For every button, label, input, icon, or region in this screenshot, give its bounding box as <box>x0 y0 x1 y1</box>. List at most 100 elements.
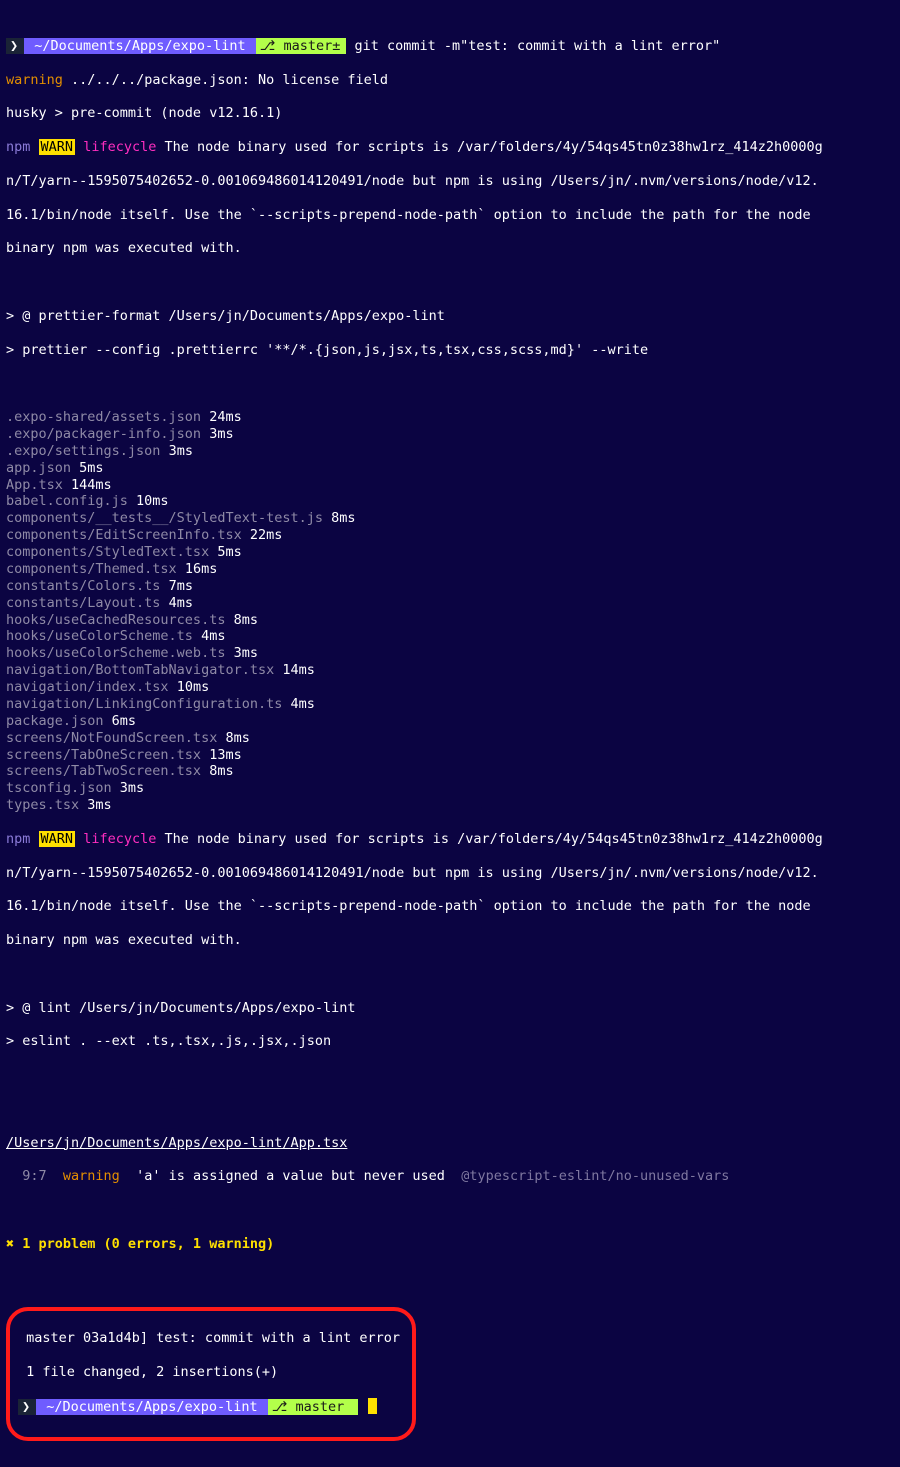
npm-label: npm <box>6 831 30 847</box>
blank-line <box>6 1067 894 1084</box>
blank-line <box>6 375 894 392</box>
file-time: 6ms <box>104 713 137 729</box>
file-time: 8ms <box>323 510 356 526</box>
prompt-branch: ⎇ master± <box>256 38 347 54</box>
file-name: screens/TabOneScreen.tsx <box>6 747 201 763</box>
cursor <box>368 1398 377 1414</box>
prettier-file-line: package.json 6ms <box>6 713 894 730</box>
file-name: screens/NotFoundScreen.tsx <box>6 730 217 746</box>
file-time: 4ms <box>282 696 315 712</box>
file-time: 5ms <box>71 460 104 476</box>
file-name: screens/TabTwoScreen.tsx <box>6 763 201 779</box>
commit-result-line: master 03a1d4b] test: commit with a lint… <box>18 1330 400 1347</box>
file-time: 8ms <box>217 730 250 746</box>
file-name: types.tsx <box>6 797 79 813</box>
file-name: babel.config.js <box>6 493 128 509</box>
prettier-file-line: components/__tests__/StyledText-test.js … <box>6 510 894 527</box>
git-branch-icon: ⎇ <box>272 1399 288 1415</box>
file-name: navigation/LinkingConfiguration.ts <box>6 696 282 712</box>
git-branch-icon: ⎇ <box>260 38 276 54</box>
prompt-chevron: ❯ <box>18 1399 36 1415</box>
file-time: 8ms <box>225 612 258 628</box>
blank-line <box>6 1270 894 1287</box>
log-line: npm WARN lifecycle The node binary used … <box>6 139 894 156</box>
file-name: components/EditScreenInfo.tsx <box>6 527 242 543</box>
prompt-chevron: ❯ <box>6 38 24 54</box>
log-line: binary npm was executed with. <box>6 240 894 257</box>
prettier-file-line: .expo/packager-info.json 3ms <box>6 426 894 443</box>
prettier-file-line: babel.config.js 10ms <box>6 493 894 510</box>
typed-command: git commit -m"test: commit with a lint e… <box>355 38 721 54</box>
file-time: 4ms <box>160 595 193 611</box>
terminal[interactable]: ❯ ~/Documents/Apps/expo-lint ⎇ master± g… <box>0 0 900 1467</box>
prettier-file-line: components/Themed.tsx 16ms <box>6 561 894 578</box>
file-time: 4ms <box>193 628 226 644</box>
file-name: .expo/settings.json <box>6 443 160 459</box>
prettier-file-line: components/StyledText.tsx 5ms <box>6 544 894 561</box>
prettier-file-line: screens/NotFoundScreen.tsx 8ms <box>6 730 894 747</box>
prettier-file-line: .expo-shared/assets.json 24ms <box>6 409 894 426</box>
log-line: npm WARN lifecycle The node binary used … <box>6 831 894 848</box>
warn-badge: WARN <box>39 831 76 847</box>
log-line: n/T/yarn--1595075402652-0.00106948601412… <box>6 173 894 190</box>
prompt-line-2: ❯ ~/Documents/Apps/expo-lint ⎇ master <box>18 1398 400 1416</box>
prettier-file-line: constants/Colors.ts 7ms <box>6 578 894 595</box>
npm-label: npm <box>6 139 30 155</box>
prompt-branch: ⎇ master <box>268 1399 359 1415</box>
file-name: components/__tests__/StyledText-test.js <box>6 510 323 526</box>
prettier-file-line: tsconfig.json 3ms <box>6 780 894 797</box>
file-name: hooks/useColorScheme.web.ts <box>6 645 225 661</box>
log-line: husky > pre-commit (node v12.16.1) <box>6 105 894 122</box>
blank-line <box>6 1101 894 1118</box>
log-line: binary npm was executed with. <box>6 932 894 949</box>
file-time: 3ms <box>201 426 234 442</box>
file-time: 3ms <box>225 645 258 661</box>
highlight-callout: master 03a1d4b] test: commit with a lint… <box>6 1307 416 1440</box>
log-line: 16.1/bin/node itself. Use the `--scripts… <box>6 898 894 915</box>
file-time: 8ms <box>201 763 234 779</box>
log-line: warning ../../../package.json: No licens… <box>6 72 894 89</box>
log-line: > @ prettier-format /Users/jn/Documents/… <box>6 308 894 325</box>
commit-stats-line: 1 file changed, 2 insertions(+) <box>18 1364 400 1381</box>
log-line: n/T/yarn--1595075402652-0.00106948601412… <box>6 865 894 882</box>
prettier-file-line: screens/TabOneScreen.tsx 13ms <box>6 747 894 764</box>
prettier-file-line: navigation/LinkingConfiguration.ts 4ms <box>6 696 894 713</box>
eslint-summary: ✖ 1 problem (0 errors, 1 warning) <box>6 1236 894 1253</box>
file-name: constants/Layout.ts <box>6 595 160 611</box>
file-time: 7ms <box>160 578 193 594</box>
file-name: App.tsx <box>6 477 63 493</box>
prettier-file-line: hooks/useColorScheme.ts 4ms <box>6 628 894 645</box>
file-time: 13ms <box>201 747 242 763</box>
blank-line <box>6 274 894 291</box>
eslint-warning-line: 9:7 warning 'a' is assigned a value but … <box>6 1168 894 1185</box>
file-name: hooks/useColorScheme.ts <box>6 628 193 644</box>
prettier-file-line: components/EditScreenInfo.tsx 22ms <box>6 527 894 544</box>
lifecycle-label: lifecycle <box>83 831 156 847</box>
file-name: navigation/index.tsx <box>6 679 169 695</box>
log-line: > prettier --config .prettierrc '**/*.{j… <box>6 342 894 359</box>
file-time: 3ms <box>112 780 145 796</box>
prompt-path: ~/Documents/Apps/expo-lint <box>24 38 256 54</box>
file-time: 3ms <box>79 797 112 813</box>
file-name: constants/Colors.ts <box>6 578 160 594</box>
prettier-file-line: hooks/useColorScheme.web.ts 3ms <box>6 645 894 662</box>
log-line: 16.1/bin/node itself. Use the `--scripts… <box>6 207 894 224</box>
log-line: > eslint . --ext .ts,.tsx,.js,.jsx,.json <box>6 1033 894 1050</box>
file-time: 22ms <box>242 527 283 543</box>
file-name: components/StyledText.tsx <box>6 544 209 560</box>
warning-label: warning <box>63 1168 120 1184</box>
prompt-path: ~/Documents/Apps/expo-lint <box>36 1399 268 1415</box>
prettier-file-list: .expo-shared/assets.json 24ms.expo/packa… <box>6 409 894 814</box>
prettier-file-line: App.tsx 144ms <box>6 477 894 494</box>
file-time: 10ms <box>169 679 210 695</box>
file-name: package.json <box>6 713 104 729</box>
eslint-rule: @typescript-eslint/no-unused-vars <box>461 1168 729 1184</box>
lifecycle-label: lifecycle <box>83 139 156 155</box>
file-time: 10ms <box>128 493 169 509</box>
file-time: 14ms <box>274 662 315 678</box>
prettier-file-line: hooks/useCachedResources.ts 8ms <box>6 612 894 629</box>
file-name: app.json <box>6 460 71 476</box>
file-name: navigation/BottomTabNavigator.tsx <box>6 662 274 678</box>
file-time: 3ms <box>160 443 193 459</box>
blank-line <box>6 966 894 983</box>
